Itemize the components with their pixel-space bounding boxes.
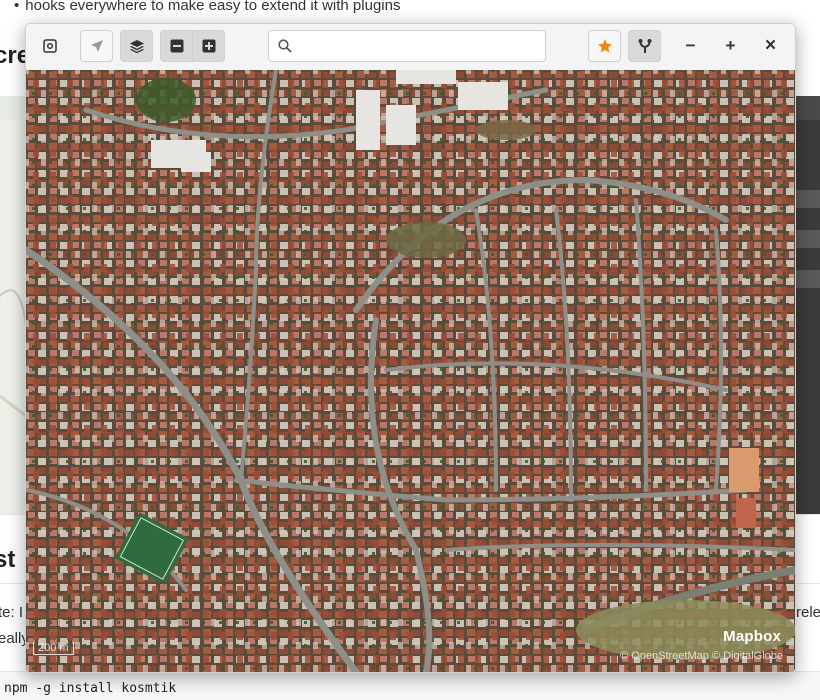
maximize-button[interactable]: + xyxy=(714,30,747,62)
settings-button[interactable] xyxy=(33,30,66,62)
background-screenshot-panel xyxy=(794,120,820,514)
background-panel-row xyxy=(794,230,820,248)
close-button[interactable]: × xyxy=(754,30,787,62)
note-text: te: I xyxy=(0,604,24,621)
satellite-imagery xyxy=(26,70,795,672)
note-text: rele xyxy=(796,604,820,621)
code-text: npm -g install kosmtik xyxy=(4,681,177,696)
search-icon xyxy=(278,39,292,53)
zoom-out-square-icon xyxy=(170,39,183,53)
toolbar: − + × xyxy=(26,24,795,71)
locate-button[interactable] xyxy=(80,30,113,62)
bullet-item: hooks everywhere to make easy to extend … xyxy=(14,0,400,14)
bullet-text: hooks everywhere to make easy to extend … xyxy=(25,0,401,14)
star-icon xyxy=(597,39,612,53)
kosmtik-window: − + × 200 m Mapbox © OpenStreetMap © Dig… xyxy=(25,23,796,673)
locate-arrow-icon xyxy=(90,40,103,52)
search-input[interactable] xyxy=(299,35,543,59)
mapbox-logo[interactable]: Mapbox xyxy=(723,628,781,645)
background-screenshot-map xyxy=(0,96,27,514)
background-panel-row xyxy=(794,190,820,208)
map-attribution[interactable]: © OpenStreetMap © DigitalGlobe xyxy=(620,650,783,662)
page-heading: st xyxy=(0,546,16,573)
scale-bar: 200 m xyxy=(33,642,74,655)
zoom-in-button[interactable] xyxy=(192,30,225,62)
layers-icon xyxy=(129,40,144,54)
zoom-out-button[interactable] xyxy=(160,30,193,62)
branch-icon xyxy=(638,39,651,53)
layers-button[interactable] xyxy=(120,30,153,62)
zoom-in-square-icon xyxy=(202,39,215,53)
search-box[interactable] xyxy=(268,30,546,62)
favorite-button[interactable] xyxy=(588,30,621,62)
settings-icon xyxy=(42,39,57,53)
background-panel-row xyxy=(794,270,820,288)
background-map-image xyxy=(0,120,27,514)
branch-button[interactable] xyxy=(628,30,661,62)
map-view[interactable]: 200 m Mapbox © OpenStreetMap © DigitalGl… xyxy=(26,70,795,672)
minimize-button[interactable]: − xyxy=(674,30,707,62)
